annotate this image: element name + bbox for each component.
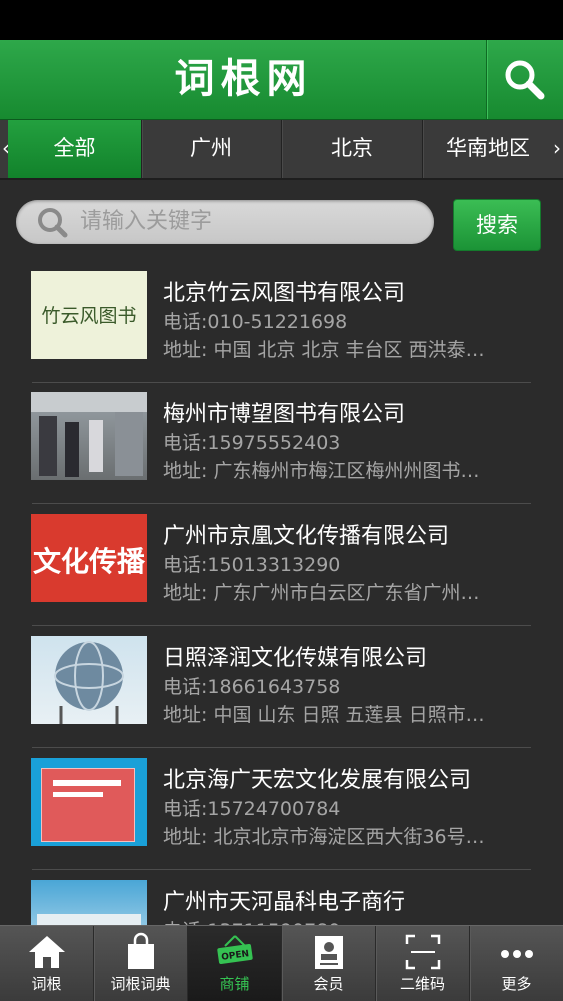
nav-shops[interactable]: OPEN 商铺 xyxy=(188,926,282,1001)
listing-name: 北京海广天宏文化发展有限公司 xyxy=(163,768,472,793)
page-title: 词根网 xyxy=(174,56,313,102)
app-header: 词根网 xyxy=(0,40,563,120)
nav-label: 会员 xyxy=(313,975,344,993)
listing-name: 日照泽润文化传媒有限公司 xyxy=(163,646,428,671)
listing-thumbnail xyxy=(31,392,147,480)
globe-image xyxy=(54,641,124,724)
listing-address: 地址: 北京北京市海淀区西大街36号… xyxy=(163,826,485,848)
listing-phone: 电话:15013313290 xyxy=(163,554,341,576)
search-icon xyxy=(505,60,545,100)
header-search-button[interactable] xyxy=(486,40,563,119)
divider xyxy=(32,625,531,626)
listing-thumbnail xyxy=(31,636,147,724)
more-dots-icon xyxy=(500,950,533,958)
listing-phone: 电话:15975552403 xyxy=(163,432,341,454)
tab-all[interactable]: 全部 xyxy=(8,120,142,178)
divider xyxy=(32,503,531,504)
nav-qr-code[interactable]: 二维码 xyxy=(376,926,470,1001)
divider xyxy=(32,869,531,870)
tab-beijing[interactable]: 北京 xyxy=(282,120,423,178)
list-item[interactable]: 梅州市博望图书有限公司 电话:15975552403 地址: 广东梅州市梅江区梅… xyxy=(0,383,563,504)
nav-label: 二维码 xyxy=(399,975,445,993)
listing-phone: 电话:15724700784 xyxy=(163,798,341,820)
list-item[interactable]: 日照泽润文化传媒有限公司 电话:18661643758 地址: 中国 山东 日照… xyxy=(0,627,563,748)
search-row: 请输入关键字 搜索 xyxy=(0,180,563,262)
listing-name: 梅州市博望图书有限公司 xyxy=(163,402,406,427)
listing-thumbnail xyxy=(31,758,147,846)
open-sign-icon: OPEN xyxy=(216,935,253,965)
tab-guangzhou[interactable]: 广州 xyxy=(141,120,282,178)
nav-more[interactable]: 更多 xyxy=(470,926,563,1001)
status-bar xyxy=(0,0,563,40)
category-tabs: ‹ 全部 广州 北京 华南地区 › xyxy=(0,120,563,180)
listing-address: 地址: 广东梅州市梅江区梅州州图书… xyxy=(163,460,480,482)
bottom-navigation: 词根 词根词典 OPEN 商铺 会员 二维码 更多 xyxy=(0,925,563,1001)
tabs-right-arrow-icon[interactable]: › xyxy=(553,120,561,178)
listing-address: 地址: 广东广州市白云区广东省广州… xyxy=(163,582,480,604)
member-card-icon xyxy=(314,936,343,969)
nav-label: 词根 xyxy=(31,975,62,993)
listing-address: 地址: 中国 山东 日照 五莲县 日照市… xyxy=(163,704,485,726)
nav-dictionary[interactable]: 词根词典 xyxy=(94,926,188,1001)
listing-thumbnail: 文化传播 xyxy=(31,514,147,602)
list-item[interactable]: 文化传播 广州市京凰文化传播有限公司 电话:15013313290 地址: 广东… xyxy=(0,505,563,626)
tab-south-china[interactable]: 华南地区 xyxy=(423,120,553,178)
nav-label: 词根词典 xyxy=(110,975,171,993)
qr-scan-icon xyxy=(405,934,440,970)
home-icon xyxy=(28,936,65,968)
search-input[interactable]: 请输入关键字 xyxy=(16,200,434,244)
nav-home[interactable]: 词根 xyxy=(0,926,94,1001)
listing-address: 地址: 中国 北京 北京 丰台区 西洪泰… xyxy=(163,339,485,361)
listing-phone: 电话:010-51221698 xyxy=(163,311,348,333)
divider xyxy=(32,747,531,748)
listing-name: 广州市天河晶科电子商行 xyxy=(163,890,406,915)
nav-members[interactable]: 会员 xyxy=(282,926,376,1001)
shopping-bag-icon xyxy=(127,932,154,969)
search-button[interactable]: 搜索 xyxy=(453,199,541,251)
nav-label: 商铺 xyxy=(219,975,250,993)
search-icon xyxy=(38,208,68,238)
search-placeholder: 请输入关键字 xyxy=(80,209,213,234)
thumbnail-logo-text: 文化传播 xyxy=(32,545,145,578)
listing-phone: 电话:18661643758 xyxy=(163,676,341,698)
list-item[interactable]: 竹云风图书 北京竹云风图书有限公司 电话:010-51221698 地址: 中国… xyxy=(0,262,563,383)
listing-thumbnail: 竹云风图书 xyxy=(31,271,147,359)
listing-name: 北京竹云风图书有限公司 xyxy=(163,281,406,306)
listing-name: 广州市京凰文化传播有限公司 xyxy=(163,524,450,549)
list-item[interactable]: 北京海广天宏文化发展有限公司 电话:15724700784 地址: 北京北京市海… xyxy=(0,749,563,870)
thumbnail-logo-text: 竹云风图书 xyxy=(41,305,137,327)
nav-label: 更多 xyxy=(501,975,532,993)
